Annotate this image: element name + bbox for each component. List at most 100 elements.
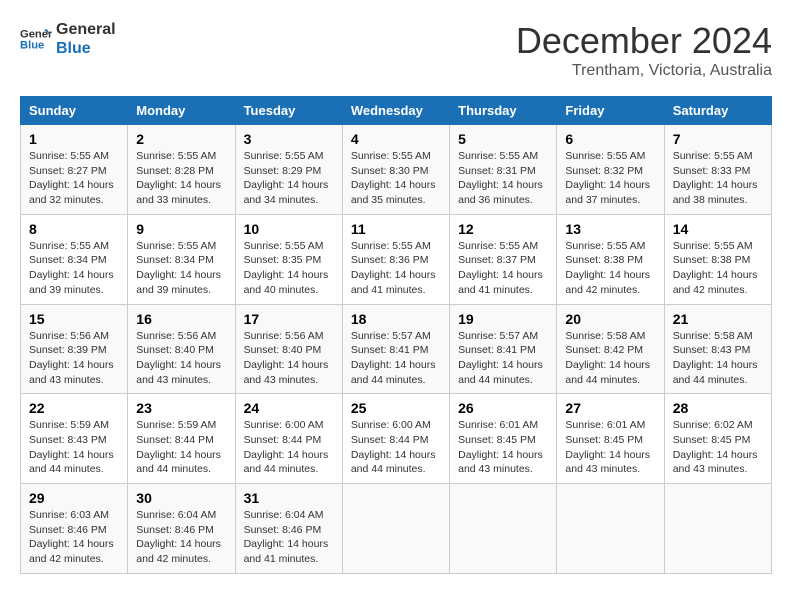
empty-cell — [557, 484, 664, 574]
day-info: Sunrise: 5:55 AM Sunset: 8:29 PM Dayligh… — [244, 149, 334, 208]
day-info: Sunrise: 6:00 AM Sunset: 8:44 PM Dayligh… — [351, 418, 441, 477]
day-info: Sunrise: 5:55 AM Sunset: 8:30 PM Dayligh… — [351, 149, 441, 208]
day-cell-15: 15 Sunrise: 5:56 AM Sunset: 8:39 PM Dayli… — [21, 304, 128, 394]
day-info: Sunrise: 5:55 AM Sunset: 8:33 PM Dayligh… — [673, 149, 763, 208]
page-header: General Blue General Blue December 2024 … — [20, 20, 772, 80]
day-info: Sunrise: 5:56 AM Sunset: 8:40 PM Dayligh… — [244, 329, 334, 388]
day-number: 18 — [351, 311, 441, 327]
day-number: 30 — [136, 490, 226, 506]
day-number: 10 — [244, 221, 334, 237]
day-number: 4 — [351, 131, 441, 147]
day-info: Sunrise: 5:57 AM Sunset: 8:41 PM Dayligh… — [458, 329, 548, 388]
day-number: 13 — [565, 221, 655, 237]
empty-cell — [450, 484, 557, 574]
day-cell-1: 1 Sunrise: 5:55 AM Sunset: 8:27 PM Daylig… — [21, 125, 128, 215]
day-cell-5: 5Sunrise: 5:55 AM Sunset: 8:31 PM Daylig… — [450, 125, 557, 215]
col-header-friday: Friday — [557, 97, 664, 125]
day-info: Sunrise: 5:55 AM Sunset: 8:32 PM Dayligh… — [565, 149, 655, 208]
day-info: Sunrise: 5:59 AM Sunset: 8:44 PM Dayligh… — [136, 418, 226, 477]
calendar-table: SundayMondayTuesdayWednesdayThursdayFrid… — [20, 96, 772, 574]
day-cell-8: 8 Sunrise: 5:55 AM Sunset: 8:34 PM Daylig… — [21, 214, 128, 304]
day-number: 27 — [565, 400, 655, 416]
day-info: Sunrise: 5:55 AM Sunset: 8:36 PM Dayligh… — [351, 239, 441, 298]
day-cell-4: 4 Sunrise: 5:55 AM Sunset: 8:30 PM Daylig… — [342, 125, 449, 215]
col-header-monday: Monday — [128, 97, 235, 125]
day-info: Sunrise: 6:03 AM Sunset: 8:46 PM Dayligh… — [29, 508, 119, 567]
day-info: Sunrise: 5:56 AM Sunset: 8:39 PM Dayligh… — [29, 329, 119, 388]
day-number: 16 — [136, 311, 226, 327]
day-info: Sunrise: 6:00 AM Sunset: 8:44 PM Dayligh… — [244, 418, 334, 477]
day-cell-30: 30 Sunrise: 6:04 AM Sunset: 8:46 PM Dayli… — [128, 484, 235, 574]
day-cell-31: 31 Sunrise: 6:04 AM Sunset: 8:46 PM Dayli… — [235, 484, 342, 574]
day-cell-10: 10 Sunrise: 5:55 AM Sunset: 8:35 PM Dayli… — [235, 214, 342, 304]
day-info: Sunrise: 5:55 AM Sunset: 8:37 PM Dayligh… — [458, 239, 548, 298]
col-header-thursday: Thursday — [450, 97, 557, 125]
day-number: 31 — [244, 490, 334, 506]
day-cell-17: 17 Sunrise: 5:56 AM Sunset: 8:40 PM Dayli… — [235, 304, 342, 394]
day-cell-14: 14Sunrise: 5:55 AM Sunset: 8:38 PM Dayli… — [664, 214, 771, 304]
day-info: Sunrise: 6:04 AM Sunset: 8:46 PM Dayligh… — [244, 508, 334, 567]
day-number: 20 — [565, 311, 655, 327]
day-info: Sunrise: 6:04 AM Sunset: 8:46 PM Dayligh… — [136, 508, 226, 567]
day-info: Sunrise: 5:55 AM Sunset: 8:35 PM Dayligh… — [244, 239, 334, 298]
day-cell-16: 16 Sunrise: 5:56 AM Sunset: 8:40 PM Dayli… — [128, 304, 235, 394]
day-number: 21 — [673, 311, 763, 327]
day-info: Sunrise: 5:55 AM Sunset: 8:27 PM Dayligh… — [29, 149, 119, 208]
day-number: 25 — [351, 400, 441, 416]
day-cell-22: 22 Sunrise: 5:59 AM Sunset: 8:43 PM Dayli… — [21, 394, 128, 484]
day-number: 8 — [29, 221, 119, 237]
logo: General Blue General Blue — [20, 20, 116, 58]
day-number: 17 — [244, 311, 334, 327]
day-number: 22 — [29, 400, 119, 416]
col-header-tuesday: Tuesday — [235, 97, 342, 125]
day-number: 1 — [29, 131, 119, 147]
day-cell-18: 18 Sunrise: 5:57 AM Sunset: 8:41 PM Dayli… — [342, 304, 449, 394]
day-number: 15 — [29, 311, 119, 327]
svg-text:Blue: Blue — [20, 40, 44, 52]
day-info: Sunrise: 5:56 AM Sunset: 8:40 PM Dayligh… — [136, 329, 226, 388]
day-cell-29: 29 Sunrise: 6:03 AM Sunset: 8:46 PM Dayli… — [21, 484, 128, 574]
day-info: Sunrise: 5:59 AM Sunset: 8:43 PM Dayligh… — [29, 418, 119, 477]
logo-text-general: General — [56, 20, 116, 39]
day-cell-9: 9Sunrise: 5:55 AM Sunset: 8:34 PM Daylig… — [128, 214, 235, 304]
day-number: 5 — [458, 131, 548, 147]
day-cell-3: 3 Sunrise: 5:55 AM Sunset: 8:29 PM Daylig… — [235, 125, 342, 215]
day-number: 9 — [136, 221, 226, 237]
day-info: Sunrise: 5:55 AM Sunset: 8:34 PM Dayligh… — [29, 239, 119, 298]
day-number: 11 — [351, 221, 441, 237]
day-number: 29 — [29, 490, 119, 506]
day-cell-25: 25 Sunrise: 6:00 AM Sunset: 8:44 PM Dayli… — [342, 394, 449, 484]
day-number: 3 — [244, 131, 334, 147]
day-cell-2: 2 Sunrise: 5:55 AM Sunset: 8:28 PM Daylig… — [128, 125, 235, 215]
col-header-saturday: Saturday — [664, 97, 771, 125]
day-cell-11: 11 Sunrise: 5:55 AM Sunset: 8:36 PM Dayli… — [342, 214, 449, 304]
day-info: Sunrise: 6:01 AM Sunset: 8:45 PM Dayligh… — [458, 418, 548, 477]
day-number: 7 — [673, 131, 763, 147]
day-cell-6: 6 Sunrise: 5:55 AM Sunset: 8:32 PM Daylig… — [557, 125, 664, 215]
day-info: Sunrise: 5:55 AM Sunset: 8:38 PM Dayligh… — [673, 239, 763, 298]
day-info: Sunrise: 5:58 AM Sunset: 8:42 PM Dayligh… — [565, 329, 655, 388]
day-cell-23: 23Sunrise: 5:59 AM Sunset: 8:44 PM Dayli… — [128, 394, 235, 484]
day-cell-12: 12 Sunrise: 5:55 AM Sunset: 8:37 PM Dayli… — [450, 214, 557, 304]
day-cell-13: 13Sunrise: 5:55 AM Sunset: 8:38 PM Dayli… — [557, 214, 664, 304]
day-info: Sunrise: 5:57 AM Sunset: 8:41 PM Dayligh… — [351, 329, 441, 388]
day-cell-26: 26 Sunrise: 6:01 AM Sunset: 8:45 PM Dayli… — [450, 394, 557, 484]
logo-icon: General Blue — [20, 23, 52, 55]
day-number: 12 — [458, 221, 548, 237]
day-number: 26 — [458, 400, 548, 416]
day-info: Sunrise: 6:01 AM Sunset: 8:45 PM Dayligh… — [565, 418, 655, 477]
col-header-wednesday: Wednesday — [342, 97, 449, 125]
day-info: Sunrise: 6:02 AM Sunset: 8:45 PM Dayligh… — [673, 418, 763, 477]
day-cell-19: 19Sunrise: 5:57 AM Sunset: 8:41 PM Dayli… — [450, 304, 557, 394]
day-number: 24 — [244, 400, 334, 416]
day-number: 2 — [136, 131, 226, 147]
day-cell-20: 20 Sunrise: 5:58 AM Sunset: 8:42 PM Dayli… — [557, 304, 664, 394]
day-cell-21: 21Sunrise: 5:58 AM Sunset: 8:43 PM Dayli… — [664, 304, 771, 394]
day-info: Sunrise: 5:55 AM Sunset: 8:28 PM Dayligh… — [136, 149, 226, 208]
title-block: December 2024 Trentham, Victoria, Austra… — [516, 20, 772, 80]
empty-cell — [664, 484, 771, 574]
logo-text-blue: Blue — [56, 39, 116, 58]
empty-cell — [342, 484, 449, 574]
location-title: Trentham, Victoria, Australia — [516, 62, 772, 80]
day-number: 6 — [565, 131, 655, 147]
